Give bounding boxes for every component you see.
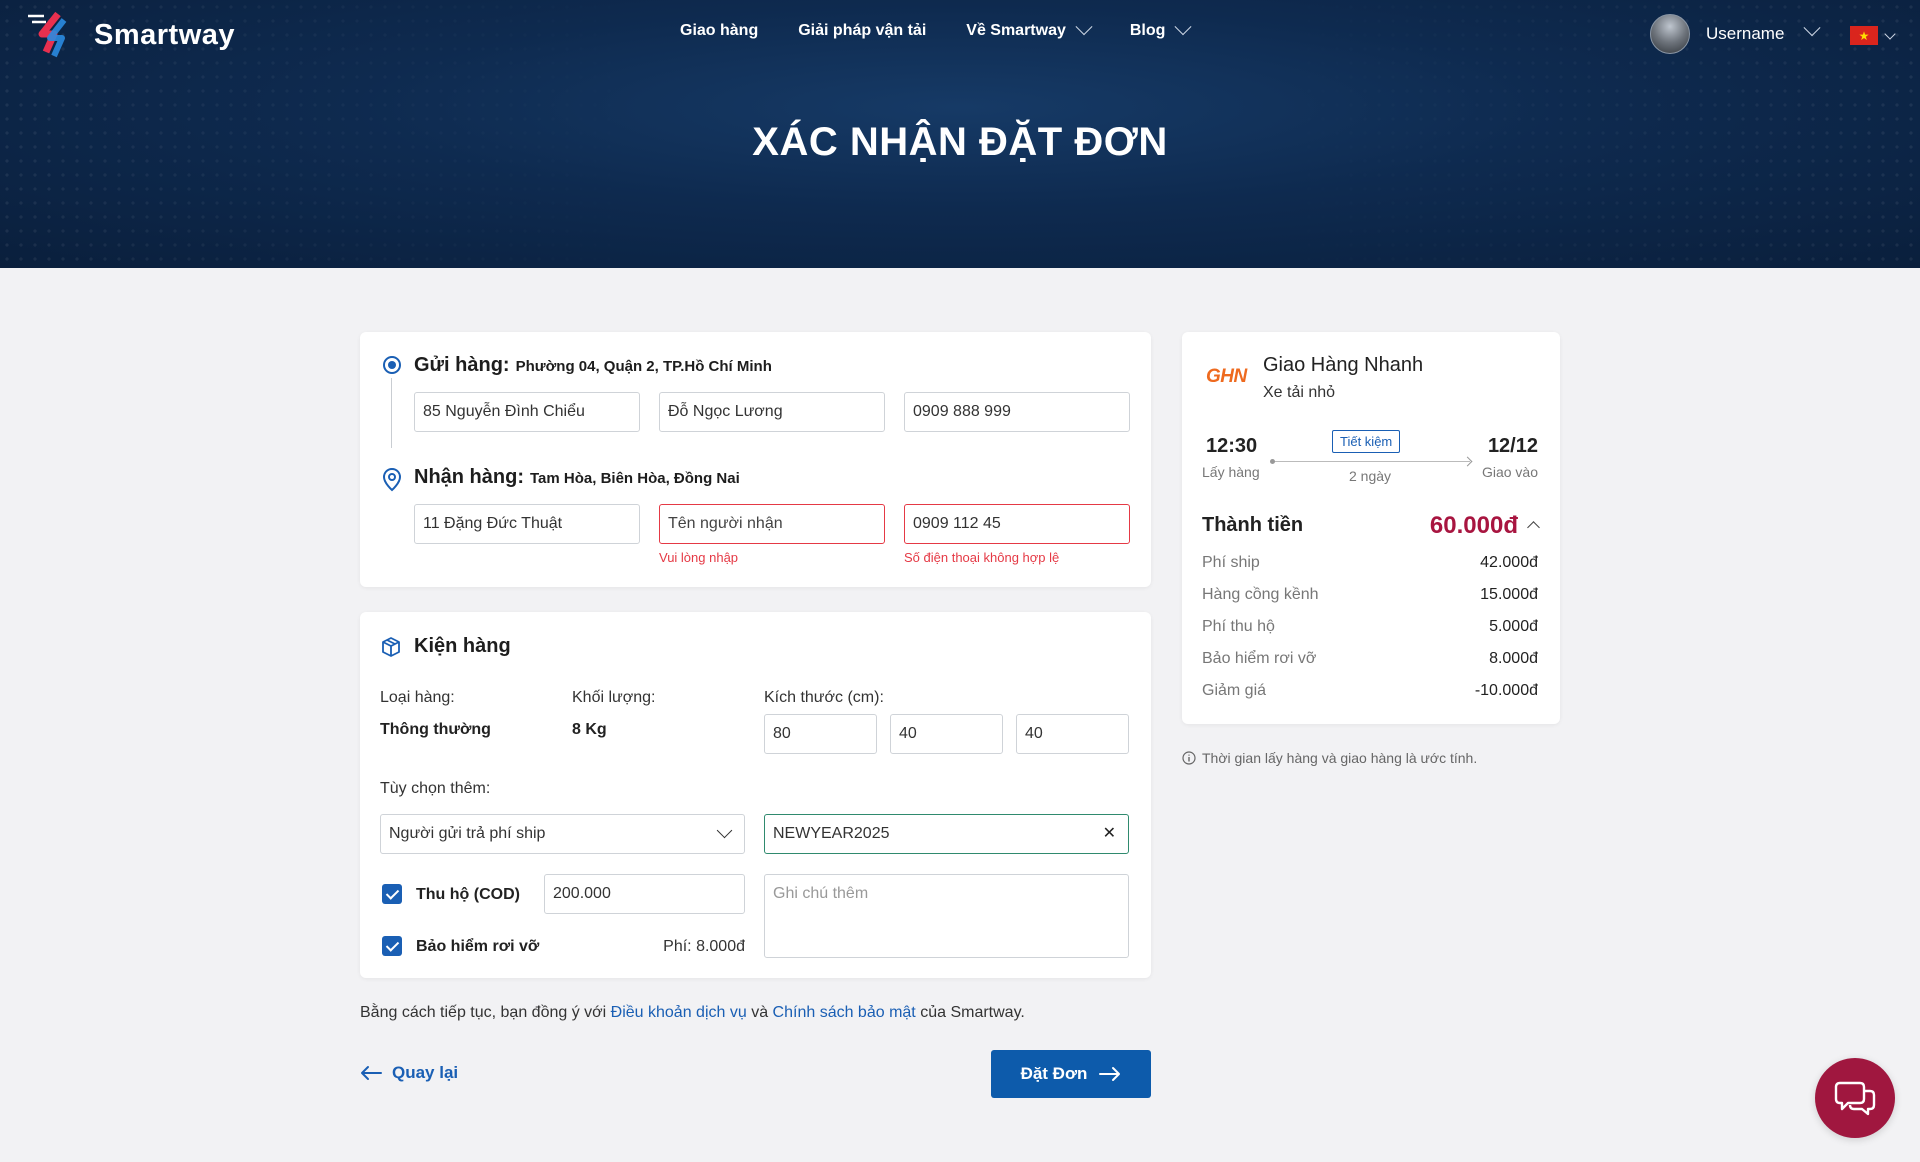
- note-textarea[interactable]: Ghi chú thêm: [764, 874, 1129, 958]
- clear-icon[interactable]: ✕: [1103, 823, 1116, 843]
- back-button[interactable]: Quay lại: [360, 1063, 458, 1083]
- estimate-note: Thời gian lấy hàng và giao hàng là ước t…: [1182, 750, 1477, 766]
- receiver-name-error: Vui lòng nhập: [659, 550, 739, 565]
- receiver-phone-input[interactable]: 0909 112 45: [904, 504, 1130, 544]
- avatar: [1650, 14, 1690, 54]
- receiver-address-input[interactable]: 11 Đặng Đức Thuật: [414, 504, 640, 544]
- page-title: XÁC NHẬN ĐẶT ĐƠN: [752, 120, 1168, 164]
- options-label: Tùy chọn thêm:: [380, 780, 491, 797]
- service-badge: Tiết kiệm: [1332, 430, 1401, 453]
- user-menu[interactable]: Username: [1650, 14, 1821, 54]
- timeline-start-dot: [1270, 459, 1275, 464]
- insurance-label: Bảo hiểm rơi vỡ: [416, 938, 540, 955]
- vietnam-flag-icon[interactable]: ★: [1850, 26, 1878, 45]
- type-value: Thông thường: [380, 721, 491, 738]
- cod-label: Thu hộ (COD): [416, 886, 520, 903]
- cod-checkbox[interactable]: [382, 884, 402, 904]
- nav-item-blog[interactable]: Blog: [1130, 18, 1192, 40]
- width-input[interactable]: 40: [890, 714, 1003, 754]
- insurance-fee: Phí: 8.000đ: [663, 938, 745, 955]
- package-card: Kiện hàng Loại hàng: Thông thường Khối l…: [360, 612, 1151, 978]
- cod-amount-input[interactable]: 200.000: [544, 874, 745, 914]
- privacy-policy-link[interactable]: Chính sách bảo mật: [773, 1004, 916, 1021]
- location-pin-icon: [382, 468, 402, 492]
- terms-text: Bằng cách tiếp tục, bạn đồng ý với Điều …: [360, 1004, 1025, 1021]
- username: Username: [1706, 24, 1785, 43]
- vehicle-type: Xe tải nhỏ: [1263, 384, 1336, 401]
- smartway-logo-icon: [28, 11, 67, 58]
- address-card: Gửi hàng: Phường 04, Quận 2, TP.Hồ Chí Mi…: [360, 332, 1151, 587]
- fee-row: Hàng cồng kềnh 15.000đ: [1202, 586, 1538, 603]
- chat-bubbles-icon: [1834, 1081, 1876, 1116]
- delivery-label: Giao vào: [1481, 464, 1538, 480]
- length-input[interactable]: 80: [764, 714, 877, 754]
- promo-code-input[interactable]: NEWYEAR2025 ✕: [764, 814, 1129, 854]
- delivery-date: 12/12: [1487, 435, 1538, 457]
- route-line: [391, 378, 392, 448]
- brand-name: Smartway: [94, 18, 236, 51]
- chevron-down-icon: [1803, 19, 1821, 37]
- sender-dot-icon: [383, 356, 401, 374]
- place-order-button[interactable]: Đặt Đơn: [991, 1050, 1151, 1098]
- nav-item-ve-smartway[interactable]: Về Smartway: [966, 18, 1093, 40]
- fee-row: Phí ship 42.000đ: [1202, 554, 1538, 571]
- sender-area: Phường 04, Quận 2, TP.Hồ Chí Minh: [515, 358, 772, 375]
- arrow-right-icon: [1099, 1067, 1121, 1081]
- total-amount: 60.000đ: [1429, 512, 1518, 539]
- insurance-checkbox[interactable]: [382, 936, 402, 956]
- size-label: Kích thước (cm):: [764, 689, 884, 706]
- sender-name-input[interactable]: Đỗ Ngọc Lương: [659, 392, 885, 432]
- height-input[interactable]: 40: [1016, 714, 1129, 754]
- pickup-label: Lấy hàng: [1202, 464, 1260, 480]
- nav-item-giai-phap[interactable]: Giải pháp vận tải: [798, 22, 926, 40]
- type-label: Loại hàng:: [380, 689, 455, 706]
- nav-item-giao-hang[interactable]: Giao hàng: [680, 22, 758, 40]
- ghn-logo: GHN: [1206, 366, 1247, 387]
- chevron-up-icon[interactable]: [1527, 521, 1540, 534]
- fee-row: Bảo hiểm rơi vỡ 8.000đ: [1202, 650, 1538, 667]
- terms-of-service-link[interactable]: Điều khoản dịch vụ: [611, 1004, 747, 1021]
- receiver-area: Tam Hòa, Biên Hòa, Đồng Nai: [530, 470, 740, 487]
- pickup-time: 12:30: [1206, 435, 1258, 457]
- main-nav: Giao hàng Giải pháp vận tải Về Smartway …: [680, 18, 1192, 40]
- chat-button[interactable]: [1815, 1058, 1895, 1138]
- chevron-down-icon: [716, 822, 733, 839]
- sender-address-input[interactable]: 85 Nguyễn Đình Chiểu: [414, 392, 640, 432]
- receiver-phone-error: Số điện thoại không hợp lệ: [904, 550, 1060, 565]
- package-title: Kiện hàng: [414, 635, 511, 657]
- sender-heading: Gửi hàng: Phường 04, Quận 2, TP.Hồ Chí Mi…: [414, 354, 772, 376]
- arrow-left-icon: [361, 1066, 382, 1080]
- price-summary-card: GHN Giao Hàng Nhanh Xe tải nhỏ 12:30 Lấy…: [1182, 332, 1560, 724]
- weight-label: Khối lượng:: [572, 689, 656, 706]
- fee-row: Phí thu hộ 5.000đ: [1202, 618, 1538, 635]
- weight-value: 8 Kg: [572, 721, 607, 738]
- timeline-arrow-icon: [1462, 456, 1473, 467]
- duration-label: 2 ngày: [1349, 468, 1392, 484]
- info-icon: [1182, 751, 1196, 765]
- timeline-line: [1272, 461, 1470, 462]
- receiver-name-input[interactable]: Tên người nhận: [659, 504, 885, 544]
- sender-phone-input[interactable]: 0909 888 999: [904, 392, 1130, 432]
- carrier-name: Giao Hàng Nhanh: [1263, 354, 1424, 376]
- brand-logo[interactable]: Smartway: [24, 8, 235, 62]
- payer-select[interactable]: Người gửi trả phí ship: [380, 814, 745, 854]
- package-box-icon: [382, 637, 400, 657]
- fee-row: Giảm giá -10.000đ: [1202, 682, 1538, 699]
- total-label: Thành tiền: [1202, 514, 1304, 536]
- receiver-heading: Nhận hàng: Tam Hòa, Biên Hòa, Đồng Nai: [414, 466, 740, 488]
